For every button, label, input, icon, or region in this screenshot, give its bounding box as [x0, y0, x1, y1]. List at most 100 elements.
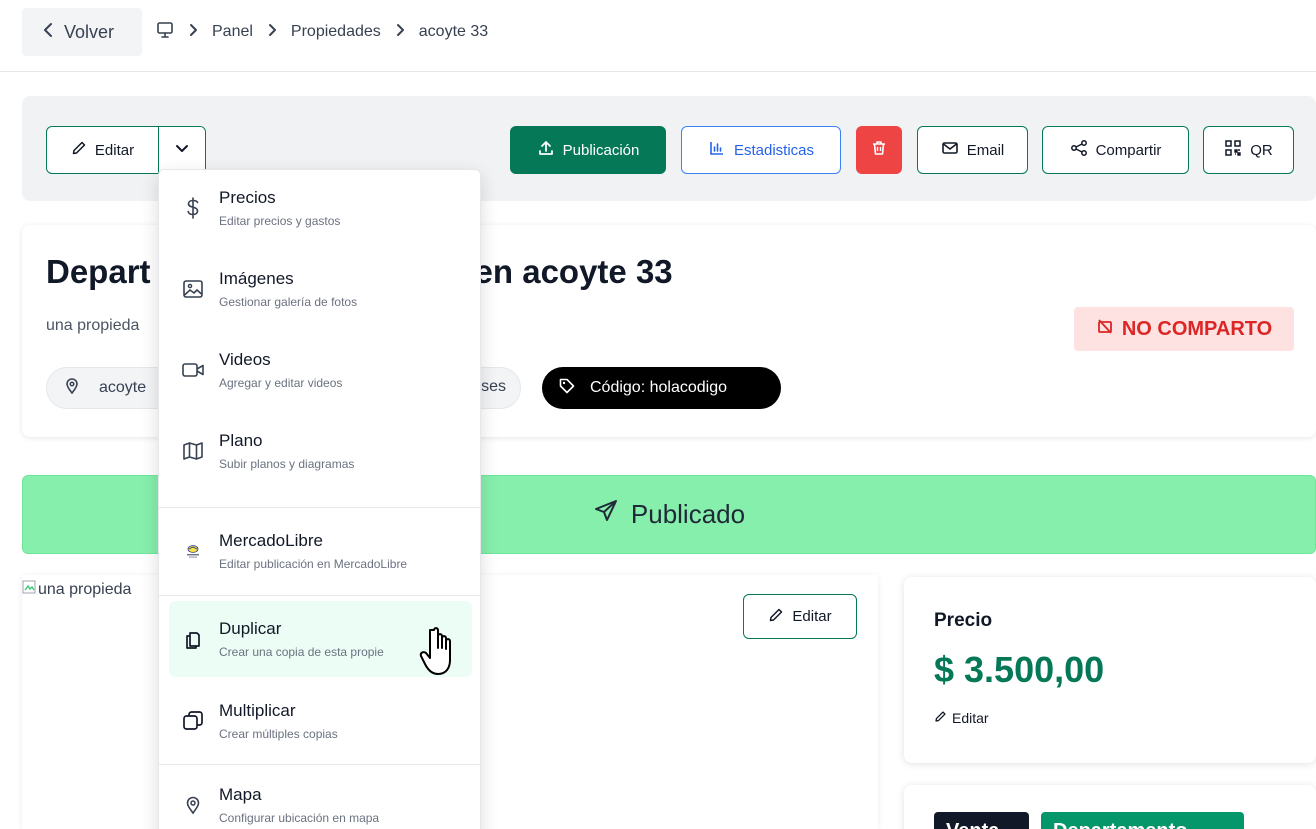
image-alt-text: una propieda	[38, 580, 132, 598]
published-label: Publicado	[630, 499, 746, 529]
publish-button[interactable]: Publicación	[510, 126, 666, 174]
menu-item-label: Duplicar	[219, 619, 282, 638]
property-subtitle: una propieda	[46, 317, 140, 334]
upload-icon	[537, 139, 555, 161]
share-label: Compartir	[1095, 141, 1162, 159]
chevron-down-icon	[175, 141, 189, 159]
image-icon	[181, 277, 205, 301]
email-button[interactable]: Email	[917, 126, 1028, 174]
type-card: Venta Departamento	[904, 785, 1316, 829]
chevron-right-icon	[267, 23, 277, 41]
edit-price-label: Editar	[952, 710, 989, 726]
back-button[interactable]: Volver	[22, 8, 142, 56]
edit-images-label: Editar	[792, 608, 832, 625]
send-icon	[593, 498, 619, 531]
menu-item-mercadolibre[interactable]: MercadoLibre Editar publicación en Merca…	[169, 513, 472, 589]
tag-icon	[558, 377, 576, 400]
broken-image-icon	[22, 579, 36, 600]
qr-label: QR	[1250, 141, 1273, 159]
menu-item-videos[interactable]: Videos Agregar y editar videos	[169, 332, 472, 408]
price-label: Precio	[934, 610, 993, 631]
pencil-icon	[768, 607, 784, 627]
price-card: Precio $ 3.500,00 Editar	[904, 577, 1316, 763]
delete-button[interactable]	[856, 126, 902, 174]
share-status-badge: NO COMPARTO	[1074, 307, 1294, 351]
map-pin-icon	[63, 377, 81, 400]
breadcrumb-bar: Volver Panel Propiedades acoyte 33	[0, 0, 1316, 72]
operation-badge: Venta	[934, 812, 1029, 829]
menu-item-label: Videos	[219, 350, 271, 369]
menu-item-desc: Editar publicación en MercadoLibre	[219, 557, 408, 571]
breadcrumb-panel[interactable]: Panel	[212, 23, 253, 41]
menu-item-imagenes[interactable]: Imágenes Gestionar galería de fotos	[169, 251, 472, 327]
copy-icon	[181, 627, 205, 651]
chevron-left-icon	[42, 22, 54, 43]
menu-item-desc: Subir planos y diagramas	[219, 457, 355, 471]
breadcrumb: Panel Propiedades acoyte 33	[156, 20, 488, 44]
breadcrumb-current: acoyte 33	[418, 23, 489, 40]
location-text: acoyte	[99, 379, 147, 396]
menu-item-label: Precios	[219, 188, 276, 207]
back-label: Volver	[64, 21, 115, 42]
breadcrumb-propiedades[interactable]: Propiedades	[291, 23, 381, 41]
menu-item-mapa[interactable]: Mapa Configurar ubicación en mapa	[169, 767, 472, 829]
edit-button[interactable]: Editar	[47, 127, 159, 173]
menu-item-desc: Agregar y editar videos	[219, 376, 343, 390]
pencil-icon	[934, 710, 947, 726]
menu-item-desc: Crear una copia de esta propie	[219, 645, 384, 659]
dollar-icon	[181, 196, 205, 220]
property-type-badge: Departamento	[1041, 812, 1244, 829]
video-icon	[181, 358, 205, 382]
price-value: $ 3.500,00	[934, 649, 1105, 690]
qr-code-icon	[1224, 139, 1242, 161]
pencil-icon	[71, 140, 87, 160]
edit-price-link[interactable]: Editar	[934, 710, 989, 726]
title-right: en acoyte 33	[474, 253, 673, 290]
menu-item-precios[interactable]: Precios Editar precios y gastos	[169, 170, 472, 246]
menu-item-desc: Configurar ubicación en mapa	[219, 811, 380, 825]
multiply-icon	[181, 709, 205, 733]
mercadolibre-logo	[181, 539, 205, 563]
menu-item-label: Plano	[219, 431, 263, 450]
bar-chart-icon	[708, 139, 726, 161]
share-off-icon	[1096, 317, 1114, 341]
chevron-right-icon	[188, 23, 198, 41]
map-pin-icon	[181, 793, 205, 817]
code-label: Código: holacodigo	[590, 379, 727, 396]
chevron-right-icon	[395, 23, 405, 41]
title-left: Depart	[46, 253, 151, 290]
menu-item-label: Multiplicar	[219, 701, 296, 720]
edit-split-button: Editar	[46, 126, 206, 174]
stats-label: Estadisticas	[733, 141, 815, 159]
menu-item-multiplicar[interactable]: Multiplicar Crear múltiples copias	[169, 683, 472, 759]
broken-image: una propieda	[22, 579, 131, 600]
stats-button[interactable]: Estadisticas	[681, 126, 841, 174]
publish-label: Publicación	[562, 141, 640, 159]
qr-button[interactable]: QR	[1203, 126, 1294, 174]
edit-images-button[interactable]: Editar	[743, 594, 857, 639]
trash-icon	[870, 139, 888, 161]
menu-divider	[159, 764, 480, 765]
location-tail-text: ses	[481, 378, 506, 395]
edit-dropdown-menu: Precios Editar precios y gastos Imágenes…	[158, 169, 481, 829]
share-status-label: NO COMPARTO	[1121, 317, 1273, 340]
monitor-icon	[156, 21, 174, 44]
code-chip: Código: holacodigo	[542, 367, 781, 409]
edit-label: Editar	[94, 141, 135, 159]
menu-item-desc: Editar precios y gastos	[219, 214, 341, 228]
menu-divider	[159, 595, 480, 596]
menu-item-label: MercadoLibre	[219, 531, 323, 550]
menu-item-plano[interactable]: Plano Subir planos y diagramas	[169, 413, 472, 489]
hand-cursor-icon	[412, 622, 458, 678]
edit-dropdown-toggle[interactable]	[159, 127, 205, 173]
menu-item-label: Imágenes	[219, 269, 294, 288]
menu-divider	[159, 507, 480, 508]
menu-item-label: Mapa	[219, 785, 262, 804]
share-button[interactable]: Compartir	[1042, 126, 1189, 174]
share-icon	[1070, 139, 1088, 161]
menu-item-desc: Crear múltiples copias	[219, 727, 338, 741]
email-label: Email	[966, 141, 1005, 159]
map-icon	[181, 439, 205, 463]
menu-item-desc: Gestionar galería de fotos	[219, 295, 358, 309]
mail-icon	[941, 140, 959, 160]
